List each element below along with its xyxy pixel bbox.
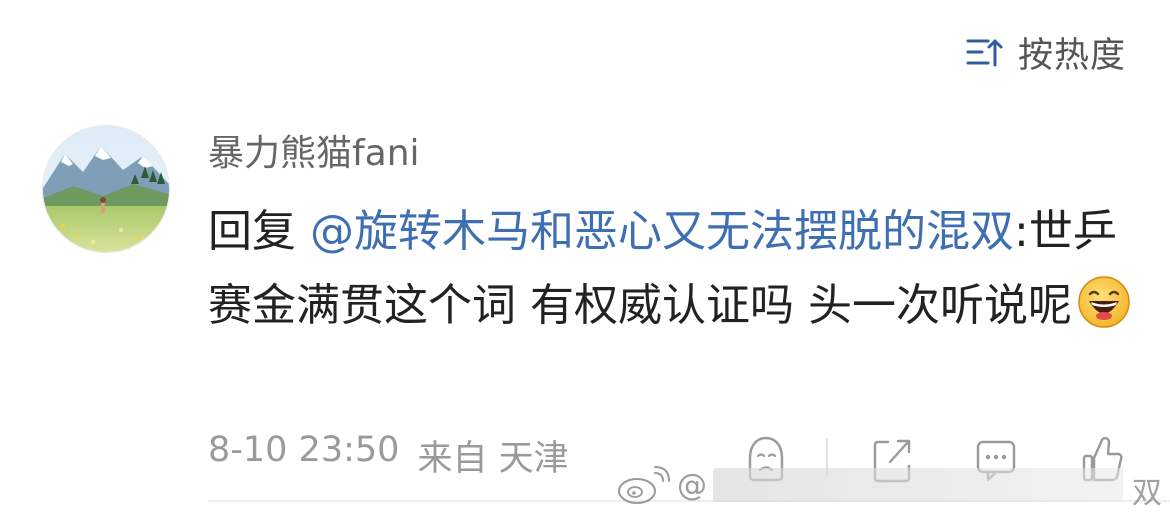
dislike-button[interactable] (738, 430, 794, 486)
comment-icon (976, 440, 1016, 482)
watermark-tail: 双 (1132, 476, 1162, 511)
sad-face-icon (748, 436, 784, 482)
action-divider (826, 438, 828, 478)
laughing-emoji (1076, 274, 1132, 330)
thumbs-up-icon (1082, 437, 1123, 482)
mention-link[interactable]: @旋转木马和恶心又无法摆脱的混双 (310, 206, 1014, 257)
avatar[interactable] (42, 125, 170, 253)
share-button[interactable] (864, 430, 920, 486)
share-icon (873, 439, 911, 483)
reply-prefix: 回复 (208, 206, 296, 257)
comment-actions (0, 430, 1170, 490)
sort-by-hot-toggle[interactable]: 按热度 (966, 28, 1126, 76)
comment-divider (208, 500, 1170, 502)
comment-text: 回复 @旋转木马和恶心又无法摆脱的混双:世乒赛金满贯这个词 有权威认证吗 头一次… (208, 195, 1138, 343)
avatar-image (43, 126, 169, 252)
comment-button[interactable] (968, 430, 1024, 486)
username[interactable]: 暴力熊猫fani (208, 130, 420, 178)
sort-label: 按热度 (1017, 35, 1126, 76)
sort-icon (966, 39, 1003, 67)
like-button[interactable] (1074, 430, 1130, 486)
